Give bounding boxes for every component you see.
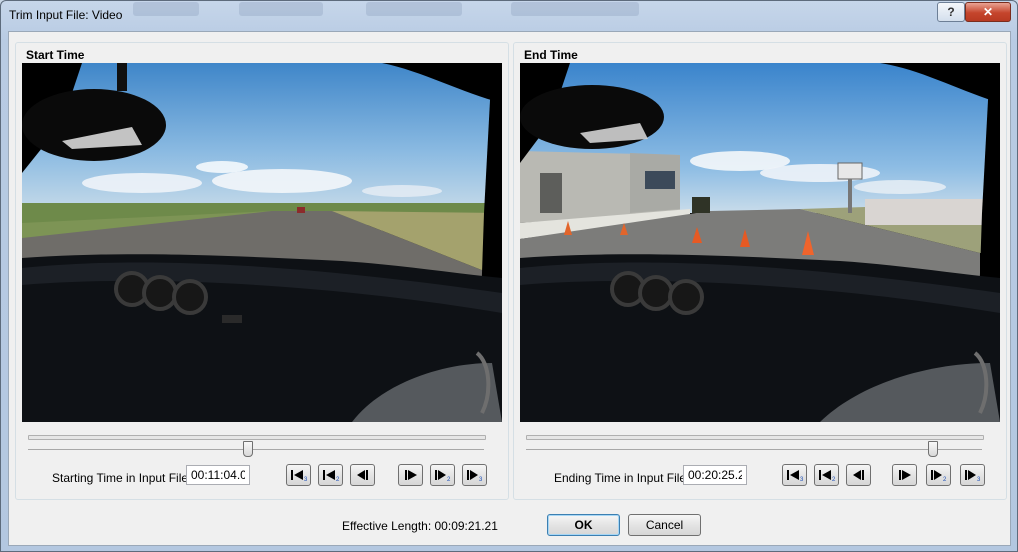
end-time-title: End Time xyxy=(522,48,580,62)
close-button[interactable]: ✕ xyxy=(965,2,1011,22)
step-forward-medium-button[interactable]: 2 xyxy=(430,464,455,486)
slider-thumb[interactable] xyxy=(242,441,253,457)
starting-time-label: Starting Time in Input File: xyxy=(52,471,192,485)
background-toolbar-ghost xyxy=(366,2,462,16)
dialog-window: Trim Input File: Video ? ✕ Start Time St… xyxy=(0,0,1018,552)
cancel-button[interactable]: Cancel xyxy=(628,514,701,536)
slider-thumb[interactable] xyxy=(927,441,938,457)
step-forward-frame-button[interactable] xyxy=(398,464,423,486)
background-toolbar-ghost xyxy=(511,2,639,16)
end-time-panel: End Time Ending Time in Input File: 00:2… xyxy=(513,42,1007,500)
start-time-slider[interactable] xyxy=(28,435,486,461)
close-icon: ✕ xyxy=(982,5,994,19)
skip-back-2-icon: 2 xyxy=(818,470,836,482)
start-video-preview xyxy=(22,63,502,422)
step-forward-medium-button[interactable]: 2 xyxy=(926,464,951,486)
svg-text:3: 3 xyxy=(800,477,804,482)
step-back-frame-button[interactable] xyxy=(846,464,871,486)
ending-time-label: Ending Time in Input File: xyxy=(554,471,690,485)
starting-time-input[interactable] xyxy=(186,465,250,485)
svg-text:3: 3 xyxy=(304,477,308,482)
help-button[interactable]: ? xyxy=(937,2,965,22)
svg-text:2: 2 xyxy=(447,477,451,482)
end-time-slider[interactable] xyxy=(526,435,984,461)
window-title: Trim Input File: Video xyxy=(9,8,123,22)
help-icon: ? xyxy=(947,5,955,19)
svg-text:2: 2 xyxy=(943,477,947,482)
end-video-preview xyxy=(520,63,1000,422)
skip-back-2-icon: 2 xyxy=(322,470,340,482)
skip-back-1-icon xyxy=(356,470,368,480)
step-back-large-button[interactable]: 3 xyxy=(782,464,807,486)
background-toolbar-ghost xyxy=(133,2,199,16)
end-video-frame xyxy=(520,63,1000,422)
step-forward-large-button[interactable]: 3 xyxy=(960,464,985,486)
skip-forward-2-icon: 2 xyxy=(930,470,947,482)
skip-forward-1-icon xyxy=(898,470,911,480)
slider-ticks xyxy=(526,449,982,451)
start-time-title: Start Time xyxy=(24,48,87,62)
skip-back-1-icon xyxy=(852,470,864,480)
skip-back-3-icon: 3 xyxy=(786,470,804,482)
skip-forward-3-icon: 3 xyxy=(466,470,483,482)
effective-length-text: Effective Length: 00:09:21.21 xyxy=(342,519,498,533)
background-toolbar-ghost xyxy=(239,2,323,16)
slider-track xyxy=(28,435,486,440)
start-time-panel: Start Time Starting Time in Input File: … xyxy=(15,42,509,500)
step-back-large-button[interactable]: 3 xyxy=(286,464,311,486)
skip-back-3-icon: 3 xyxy=(290,470,308,482)
step-back-medium-button[interactable]: 2 xyxy=(318,464,343,486)
svg-text:2: 2 xyxy=(832,477,836,482)
skip-forward-3-icon: 3 xyxy=(964,470,981,482)
slider-track xyxy=(526,435,984,440)
svg-text:2: 2 xyxy=(336,477,340,482)
skip-forward-2-icon: 2 xyxy=(434,470,451,482)
title-bar[interactable]: Trim Input File: Video ? ✕ xyxy=(1,1,1017,29)
ok-button[interactable]: OK xyxy=(547,514,620,536)
step-back-frame-button[interactable] xyxy=(350,464,375,486)
svg-text:3: 3 xyxy=(479,477,483,482)
slider-ticks xyxy=(28,449,484,451)
skip-forward-1-icon xyxy=(404,470,417,480)
step-forward-large-button[interactable]: 3 xyxy=(462,464,487,486)
dialog-client-area: Start Time Starting Time in Input File: … xyxy=(8,31,1011,546)
step-forward-frame-button[interactable] xyxy=(892,464,917,486)
svg-text:3: 3 xyxy=(977,477,981,482)
start-video-frame xyxy=(22,63,502,422)
ending-time-input[interactable] xyxy=(683,465,747,485)
step-back-medium-button[interactable]: 2 xyxy=(814,464,839,486)
